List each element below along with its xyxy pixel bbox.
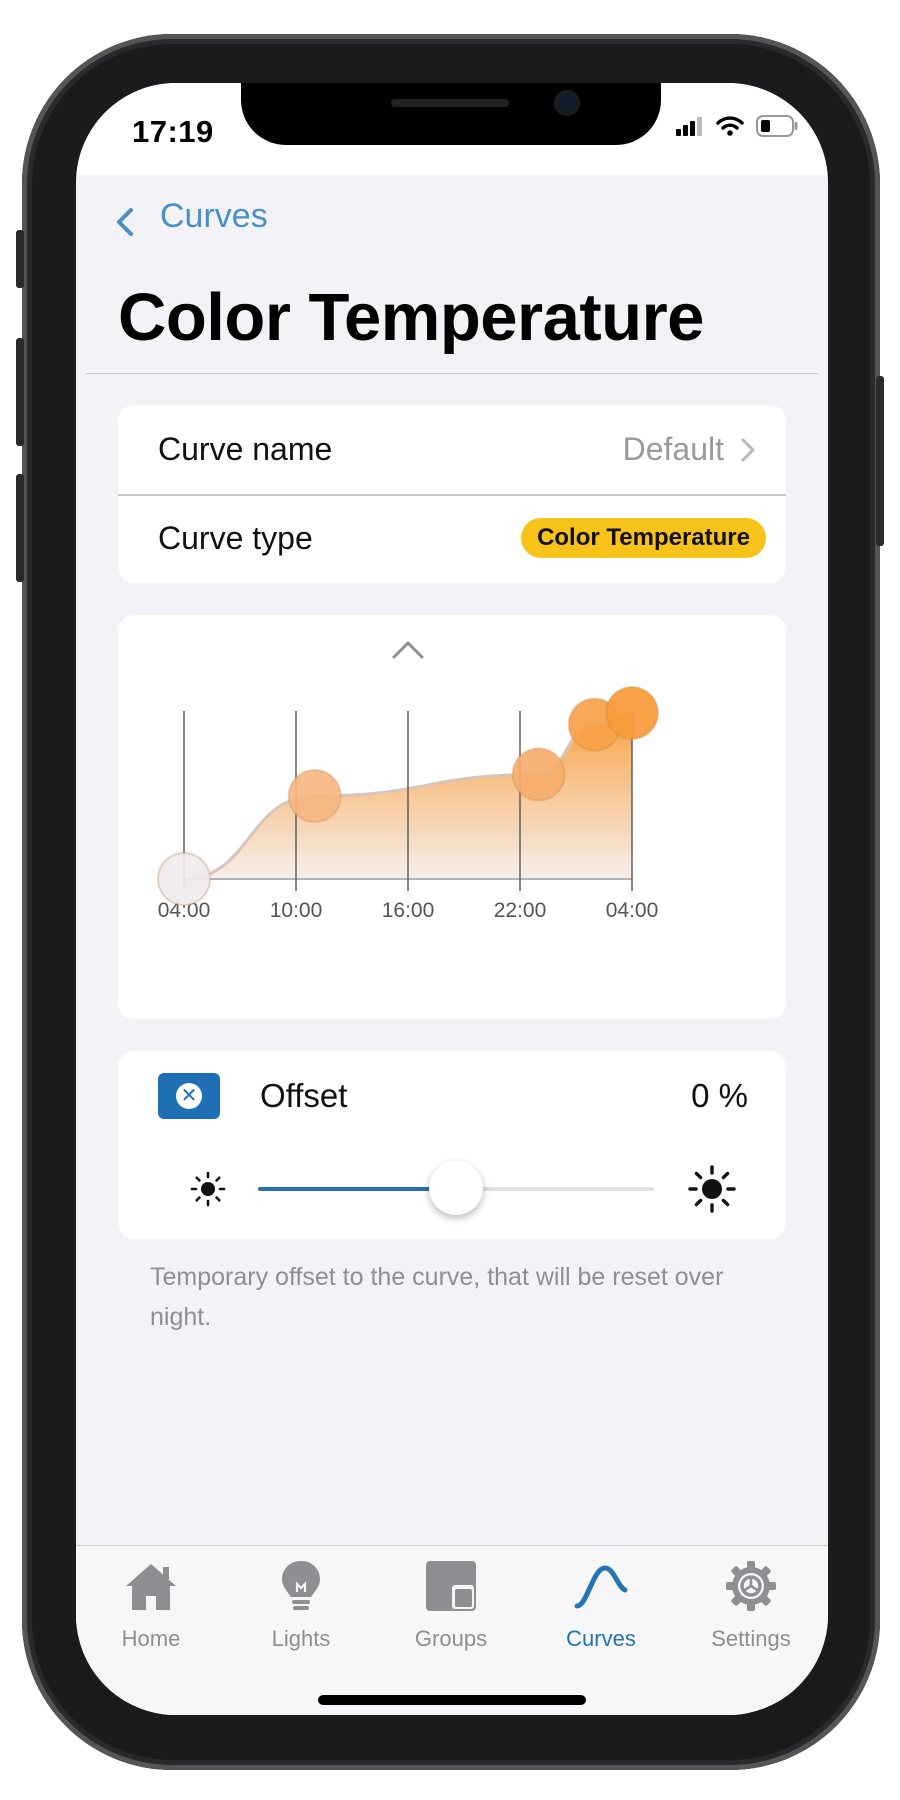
brightness-low-icon xyxy=(190,1171,226,1207)
offset-reset-toggle[interactable]: ✕ xyxy=(158,1073,220,1119)
close-icon: ✕ xyxy=(176,1083,202,1109)
offset-label: Offset xyxy=(260,1077,348,1114)
curve-type-label: Curve type xyxy=(158,520,313,556)
x-tick-label: 16:00 xyxy=(382,899,435,922)
x-tick-label: 04:00 xyxy=(606,899,659,922)
tab-label: Home xyxy=(121,1626,181,1651)
tab-groups[interactable]: Groups xyxy=(376,1558,526,1658)
curve-point xyxy=(287,769,342,823)
curve-name-label: Curve name xyxy=(158,431,333,467)
tab-curves[interactable]: Curves xyxy=(526,1558,676,1658)
tab-label: Lights xyxy=(271,1626,331,1651)
tab-settings[interactable]: Settings xyxy=(676,1558,826,1658)
wifi-icon xyxy=(716,116,744,136)
status-bar: 17:19 xyxy=(76,83,828,175)
curve-type-badge: Color Temperature xyxy=(521,518,766,558)
x-tick-label: 22:00 xyxy=(494,899,547,922)
gear-icon xyxy=(726,1561,776,1611)
chevron-right-icon xyxy=(741,438,755,462)
tab-bar: Home Lights Groups Curves Settings xyxy=(76,1545,828,1715)
curve-info-card: Curve name Default Curve type Color Temp… xyxy=(118,405,786,583)
offset-note: Temporary offset to the curve, that will… xyxy=(150,1263,724,1331)
title-divider xyxy=(86,373,818,374)
speaker-grille xyxy=(391,99,509,107)
tab-home[interactable]: Home xyxy=(76,1558,226,1658)
offset-slider-thumb[interactable] xyxy=(429,1161,483,1215)
page-title: Color Temperature xyxy=(118,280,704,355)
curve-point xyxy=(605,686,659,740)
power-button xyxy=(876,376,884,546)
battery-icon xyxy=(756,115,798,137)
curve-name-value: Default xyxy=(622,431,724,467)
tab-label: Settings xyxy=(711,1626,791,1651)
status-time: 17:19 xyxy=(132,114,214,149)
curve-point xyxy=(511,747,566,802)
notch xyxy=(241,83,661,145)
chevron-up-icon[interactable] xyxy=(392,641,424,659)
front-camera xyxy=(557,93,577,113)
curve-type-row: Curve type Color Temperature xyxy=(118,494,786,583)
silent-switch xyxy=(16,230,24,288)
curve-point xyxy=(157,852,211,906)
offset-card: ✕ Offset 0 % xyxy=(118,1051,786,1239)
home-icon xyxy=(126,1564,176,1610)
tab-label: Groups xyxy=(414,1626,488,1651)
volume-up-button xyxy=(16,338,24,446)
back-button[interactable]: Curves xyxy=(160,197,268,236)
groups-icon xyxy=(426,1561,476,1611)
offset-value: 0 % xyxy=(691,1077,748,1114)
offset-slider-track[interactable] xyxy=(258,1161,654,1215)
screen: 17:19 Curves Color Temperature Curve nam… xyxy=(76,83,828,1715)
curve-chart[interactable]: 04:00 10:00 16:00 22:00 04:00 xyxy=(118,615,786,1019)
offset-slider-fill xyxy=(258,1187,456,1191)
curve-chart-card: 04:00 10:00 16:00 22:00 04:00 xyxy=(118,615,786,1019)
curve-icon xyxy=(574,1565,628,1609)
home-indicator xyxy=(318,1695,586,1705)
status-icons xyxy=(676,115,798,137)
curve-name-row[interactable]: Curve name Default xyxy=(118,405,786,496)
back-chevron-icon[interactable] xyxy=(114,207,136,237)
tab-lights[interactable]: Lights xyxy=(226,1558,376,1658)
x-tick-label: 10:00 xyxy=(270,899,323,922)
tab-label: Curves xyxy=(566,1626,636,1651)
nav-bar: Curves xyxy=(76,175,828,255)
brightness-high-icon xyxy=(688,1165,736,1213)
volume-down-button xyxy=(16,474,24,582)
cellular-signal-icon xyxy=(676,117,702,136)
bulb-icon xyxy=(282,1561,320,1610)
